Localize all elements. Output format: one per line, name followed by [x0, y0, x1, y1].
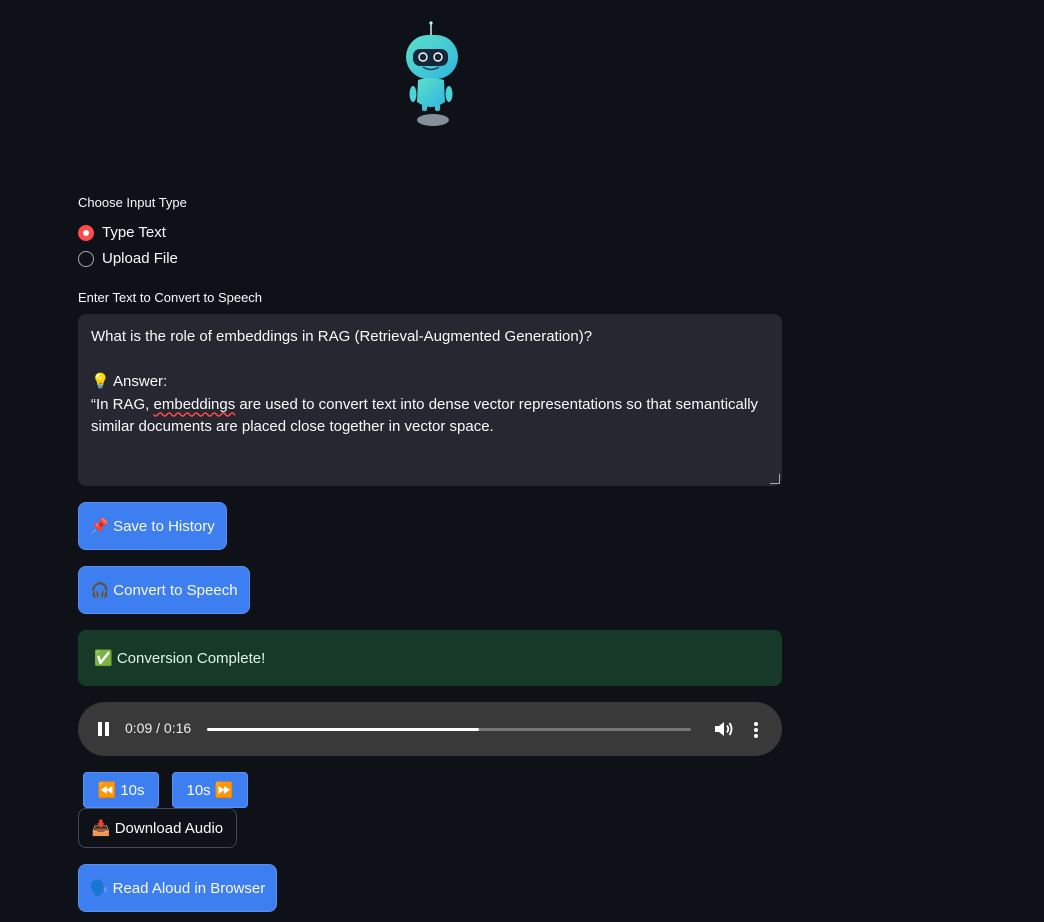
read-aloud-button[interactable]: 🗣️ Read Aloud in Browser — [78, 864, 277, 912]
radio-unselected-icon[interactable] — [78, 250, 94, 267]
radio-option-label: Upload File — [102, 250, 178, 267]
robot-mascot-image — [406, 21, 458, 126]
resize-handle-icon[interactable] — [770, 474, 780, 484]
success-message: ✅ Conversion Complete! — [94, 650, 266, 667]
convert-to-speech-button[interactable]: 🎧 Convert to Speech — [78, 566, 250, 614]
audio-player[interactable]: 0:09 / 0:16 — [78, 702, 782, 756]
radio-option-type-text[interactable]: Type Text — [78, 224, 166, 241]
text-input-label: Enter Text to Convert to Speech — [78, 290, 263, 305]
text-line-blank — [91, 349, 769, 372]
audio-progress-track[interactable] — [207, 728, 691, 731]
audio-progress-fill — [207, 728, 480, 731]
rewind-10s-button[interactable]: ⏪ 10s — [83, 772, 159, 808]
pause-icon[interactable] — [98, 722, 109, 736]
text-segment: are used to convert text into dense vect… — [235, 395, 759, 413]
more-options-icon[interactable] — [754, 722, 758, 738]
radio-option-upload-file[interactable]: Upload File — [78, 250, 178, 267]
volume-icon[interactable] — [714, 720, 734, 738]
radio-option-label: Type Text — [102, 224, 166, 241]
text-line: similar documents are placed close toget… — [91, 418, 494, 435]
save-to-history-button[interactable]: 📌 Save to History — [78, 502, 227, 550]
input-type-label: Choose Input Type — [78, 195, 187, 210]
audio-time-display: 0:09 / 0:16 — [125, 720, 192, 736]
text-segment: “In RAG, — [91, 395, 154, 413]
conversion-success-alert: ✅ Conversion Complete! — [78, 630, 782, 686]
text-line: “In RAG, embeddings are used to convert … — [91, 394, 769, 417]
radio-selected-icon[interactable] — [78, 224, 94, 241]
text-input-area[interactable]: What is the role of embeddings in RAG (R… — [78, 314, 782, 486]
spellcheck-word: embeddings — [153, 395, 236, 413]
text-line: What is the role of embeddings in RAG (R… — [91, 328, 593, 345]
download-audio-button[interactable]: 📥 Download Audio — [78, 808, 237, 848]
text-line: 💡 Answer: — [91, 373, 168, 390]
forward-10s-button[interactable]: 10s ⏩ — [172, 772, 248, 808]
